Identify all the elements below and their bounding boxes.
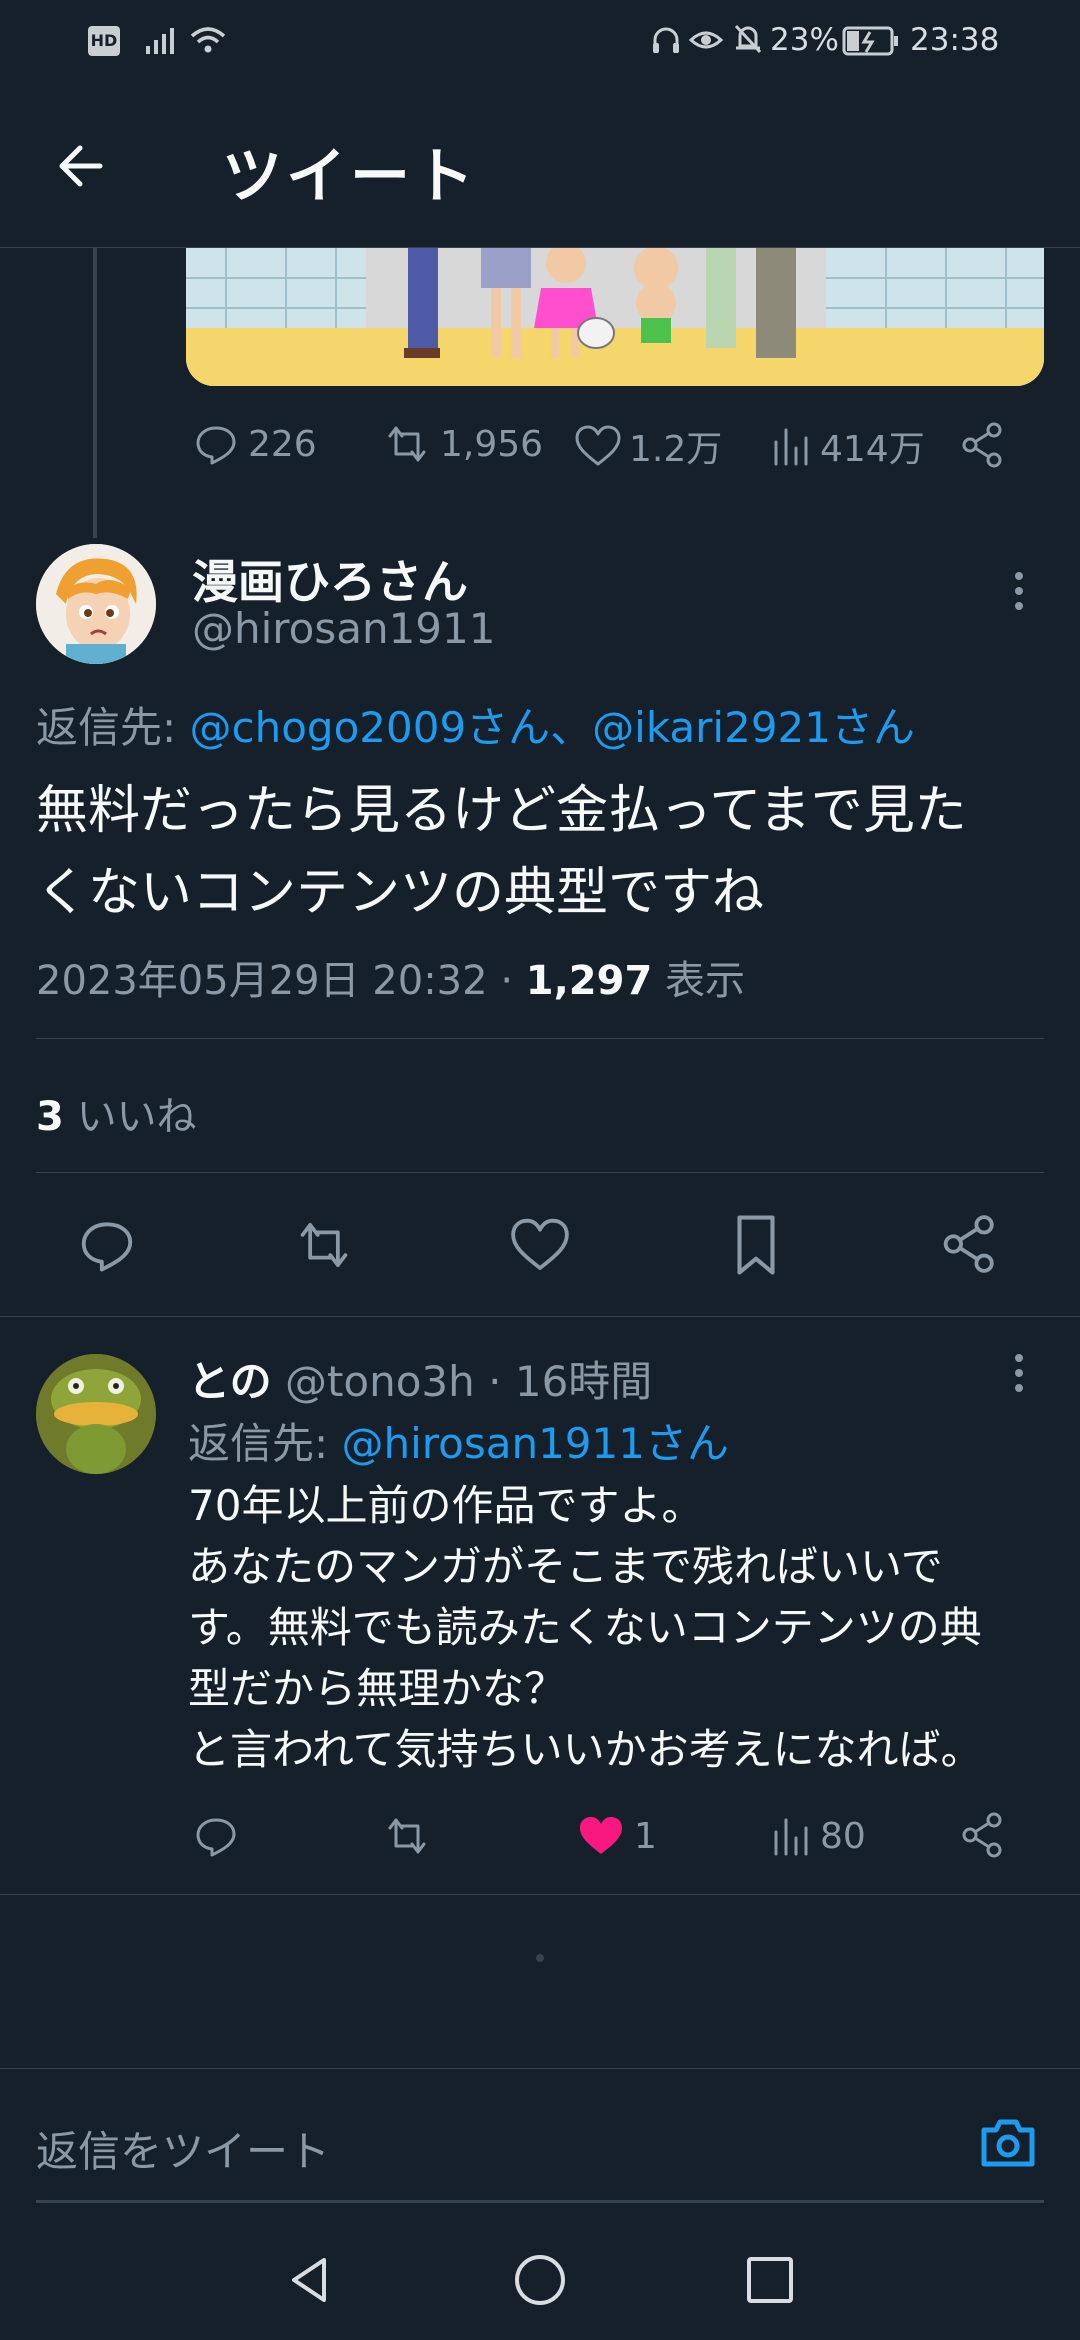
reply-retweet-button[interactable]	[380, 1812, 434, 1860]
reply-display-name[interactable]: との	[188, 1357, 272, 1406]
quoted-reply-button[interactable]: 226	[192, 420, 317, 468]
battery-percent: 23%	[770, 22, 839, 58]
reply-like-button[interactable]: 1	[576, 1812, 657, 1860]
reply-to-line: 返信先: @chogo2009さん、@ikari2921さん	[36, 694, 915, 755]
silent-icon	[734, 24, 762, 54]
reply-count: 226	[248, 423, 317, 465]
reply-to-line: 返信先: @hirosan1911さん	[188, 1410, 729, 1471]
retweet-button[interactable]	[290, 1214, 358, 1276]
user-handle[interactable]: @hirosan1911	[192, 604, 495, 653]
retweet-count: 1,956	[440, 423, 544, 465]
meta-separator: ·	[500, 958, 514, 1004]
compose-underline	[36, 2200, 1044, 2203]
like-button[interactable]	[508, 1214, 572, 1276]
reply-to-user[interactable]: @hirosan1911さん	[342, 1419, 729, 1468]
views-count: 414万	[820, 429, 925, 470]
reply-reply-button[interactable]	[192, 1812, 240, 1860]
reply-button[interactable]	[76, 1214, 138, 1276]
camera-icon[interactable]	[978, 2114, 1038, 2170]
analytics-icon	[774, 1818, 808, 1856]
reply-share-icon[interactable]	[958, 1810, 1008, 1860]
divider	[0, 1894, 1080, 1895]
tweet-meta: 2023年05月29日 20:32 · 1,297 表示	[36, 948, 745, 1006]
divider	[0, 1316, 1080, 1317]
nav-back-icon[interactable]	[282, 2252, 338, 2308]
quoted-like-button[interactable]: 1.2万	[573, 420, 722, 472]
like-count: 1.2万	[629, 429, 723, 470]
wifi-icon	[190, 27, 226, 53]
signal-icon	[146, 28, 174, 54]
divider	[36, 1038, 1044, 1039]
likes-count: 3	[36, 1094, 64, 1140]
likes-label: いいね	[76, 1094, 197, 1140]
divider	[36, 1172, 1044, 1173]
battery-icon	[842, 26, 898, 56]
top-app-bar	[0, 84, 1080, 248]
compose-reply-input[interactable]: 返信をツイート	[36, 2118, 330, 2179]
tweet-text-line: くないコンテンツの典型ですね	[36, 863, 765, 923]
reply-header: との @tono3h · 16時間	[188, 1348, 652, 1409]
reply-like-count: 1	[634, 1815, 657, 1857]
thread-line	[93, 248, 97, 538]
reply-icon	[196, 426, 236, 465]
reply-to-label: 返信先:	[36, 703, 177, 752]
reply-text-line: と言われて気持ちいいかお考えになれば。	[188, 1725, 983, 1774]
hd-badge: HD	[88, 26, 120, 56]
page-title: ツイート	[222, 142, 478, 212]
analytics-icon	[774, 428, 808, 466]
heart-icon	[575, 425, 621, 466]
tweet-timestamp[interactable]: 2023年05月29日 20:32	[36, 958, 488, 1004]
reply-to-users[interactable]: @chogo2009さん、@ikari2921さん	[190, 703, 915, 752]
quoted-retweet-button[interactable]: 1,956	[380, 420, 543, 468]
avatar[interactable]	[36, 544, 156, 664]
reply-text-line: 型だから無理かな？	[188, 1664, 567, 1713]
more-options-icon[interactable]	[1004, 566, 1034, 616]
retweet-icon	[388, 426, 426, 462]
reply-separator: ·	[488, 1357, 502, 1406]
likes-summary[interactable]: 3 いいね	[36, 1084, 197, 1142]
loading-indicator	[536, 1954, 544, 1962]
reply-more-options-icon[interactable]	[1004, 1348, 1034, 1398]
display-name[interactable]: 漫画ひろさん	[192, 546, 468, 612]
divider	[0, 2068, 1080, 2069]
reply-text: 70年以上前の作品ですよ。 あなたのマンガがそこまで残ればいいで す。無料でも読…	[188, 1475, 1068, 1780]
back-arrow-icon[interactable]	[52, 136, 112, 196]
share-button[interactable]	[938, 1212, 1002, 1276]
nav-home-icon[interactable]	[512, 2252, 568, 2308]
nav-recents-icon[interactable]	[742, 2252, 798, 2308]
reply-to-label: 返信先:	[188, 1419, 329, 1468]
bookmark-button[interactable]	[728, 1212, 784, 1278]
reply-views-count: 80	[820, 1815, 866, 1857]
quoted-views-button[interactable]: 414万	[770, 420, 925, 472]
share-icon[interactable]	[958, 420, 1008, 470]
reply-text-line: あなたのマンガがそこまで残ればいいで	[188, 1542, 943, 1591]
reply-avatar[interactable]	[36, 1354, 156, 1474]
reply-text-line: 70年以上前の作品ですよ。	[188, 1481, 704, 1530]
tweet-text: 無料だったら見るけど金払ってまで見た くないコンテンツの典型ですね	[36, 770, 1056, 934]
reply-time: 16時間	[514, 1357, 653, 1406]
views-label: 表示	[665, 958, 745, 1004]
views-count: 1,297	[525, 958, 653, 1004]
tweet-media-image[interactable]	[186, 248, 1044, 386]
reply-text-line: す。無料でも読みたくないコンテンツの典	[188, 1603, 982, 1652]
reply-views-button[interactable]: 80	[770, 1812, 866, 1860]
headphones-icon	[653, 27, 679, 53]
eye-comfort-icon	[688, 31, 724, 49]
heart-filled-icon	[580, 1817, 622, 1854]
reply-handle[interactable]: @tono3h	[285, 1357, 475, 1406]
tweet-text-line: 無料だったら見るけど金払ってまで見た	[36, 781, 967, 841]
status-bar: HD 23% 23:38	[0, 0, 1080, 84]
clock: 23:38	[910, 22, 1000, 58]
